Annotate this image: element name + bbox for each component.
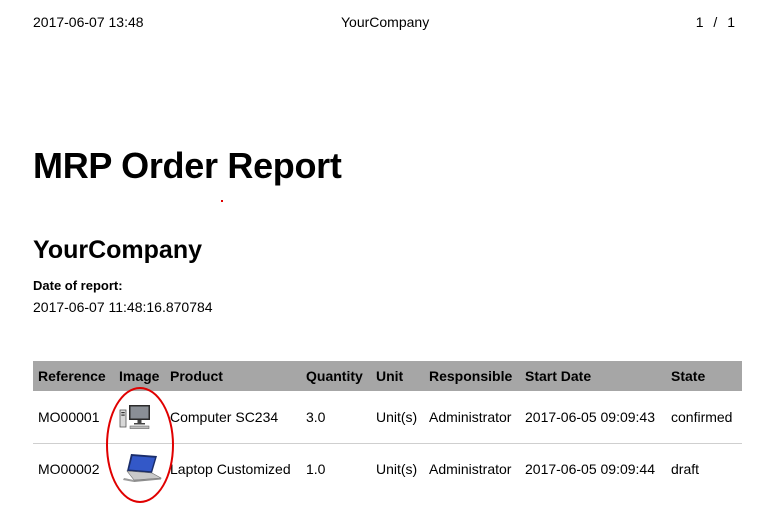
table-header-row: Reference Image Product Quantity Unit Re… [33,361,742,391]
cell-responsible: Administrator [429,461,512,477]
cell-quantity: 3.0 [301,391,371,444]
cell-quantity: 1.0 [306,461,326,477]
column-header-state: State [666,361,742,391]
desktop-computer-icon [119,401,155,434]
cell-start-date: 2017-06-05 09:09:43 [520,391,666,444]
column-header-image: Image [114,361,165,391]
table-row: MO00002 Laptop Customized 1.0 Unit(s) Ad… [33,444,742,495]
cell-state: draft [671,461,700,477]
header-datetime: 2017-06-07 13:48 [33,14,144,30]
column-header-responsible: Responsible [424,361,520,391]
cell-unit: Unit(s) [376,461,418,477]
cell-product: Computer SC234 [165,391,301,444]
orders-table: Reference Image Product Quantity Unit Re… [33,361,742,494]
column-header-product: Product [165,361,301,391]
header-company: YourCompany [341,14,430,30]
laptop-icon [119,451,163,488]
column-header-reference: Reference [33,361,114,391]
cell-image [114,444,165,495]
cell-reference: MO00002 [38,461,100,477]
report-title: MRP Order Report [33,145,342,186]
date-of-report-value: 2017-06-07 11:48:16.870784 [33,299,213,315]
cell-start-date: 2017-06-05 09:09:44 [525,461,655,477]
header-page-number: 1 / 1 [695,14,735,30]
cell-image [114,391,165,444]
cell-unit: Unit(s) [371,391,424,444]
date-of-report-label: Date of report: [33,278,123,293]
cell-product: Laptop Customized [170,461,291,477]
cell-responsible: Administrator [424,391,520,444]
cell-reference: MO00001 [33,391,114,444]
column-header-start-date: Start Date [520,361,666,391]
red-dot-mark [221,200,223,202]
cell-state: confirmed [666,391,742,444]
table-row: MO00001 Computer SC234 3.0 Unit(s) Admin… [33,391,742,444]
page-header: 2017-06-07 13:48 YourCompany 1 / 1 [33,14,743,34]
company-name: YourCompany [33,236,202,264]
column-header-quantity: Quantity [301,361,371,391]
column-header-unit: Unit [371,361,424,391]
